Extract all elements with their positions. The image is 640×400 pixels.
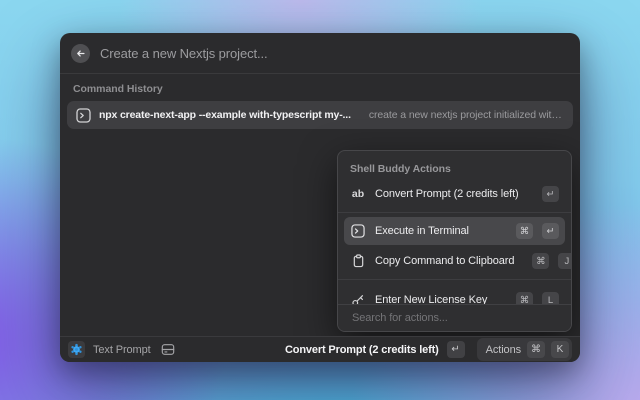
divider (338, 212, 571, 213)
mode-label: Text Prompt (93, 344, 151, 356)
prompt-input[interactable]: Create a new Nextjs project... (100, 46, 569, 61)
actions-search-bar (338, 304, 571, 331)
history-description: create a new nextjs project initialized … (369, 109, 564, 121)
return-key-badge: ↵ (542, 186, 559, 202)
action-convert-prompt[interactable]: ab Convert Prompt (2 credits left) ↵ (344, 180, 565, 208)
actions-menu-button[interactable]: Actions ⌘ K (477, 338, 572, 361)
action-label: Copy Command to Clipboard (375, 255, 514, 267)
k-key-badge: K (551, 341, 569, 358)
action-label: Execute in Terminal (375, 225, 469, 237)
action-label: Convert Prompt (2 credits left) (375, 188, 519, 200)
clipboard-icon (350, 254, 366, 268)
terminal-icon (76, 108, 91, 123)
actions-menu-label: Actions (486, 344, 521, 356)
actions-search-input[interactable] (350, 311, 559, 325)
terminal-icon (350, 224, 366, 238)
history-command: npx create-next-app --example with-types… (99, 109, 351, 121)
command-key-badge: ⌘ (527, 341, 545, 358)
ab-icon: ab (350, 188, 366, 200)
j-key-badge: J (558, 253, 572, 269)
actions-panel: Shell Buddy Actions ab Convert Prompt (2… (337, 150, 572, 332)
section-command-history: Command History (73, 83, 567, 95)
divider (338, 279, 571, 280)
title-bar: Create a new Nextjs project... (60, 33, 580, 74)
history-item[interactable]: npx create-next-app --example with-types… (67, 101, 573, 129)
command-key-badge: ⌘ (532, 253, 549, 269)
return-key-badge: ↵ (542, 223, 559, 239)
footer-bar: Text Prompt Convert Prompt (2 credits le… (60, 336, 580, 362)
action-copy-clipboard[interactable]: Copy Command to Clipboard ⌘ J (344, 247, 565, 275)
command-key-badge: ⌘ (516, 223, 533, 239)
back-button[interactable] (71, 44, 90, 63)
action-execute-terminal[interactable]: Execute in Terminal ⌘ ↵ (344, 217, 565, 245)
arrow-left-icon (75, 48, 86, 59)
storage-icon[interactable] (161, 343, 175, 356)
shellbuddy-window: Create a new Nextjs project... Command H… (60, 33, 580, 362)
return-key-badge: ↵ (447, 341, 465, 358)
primary-action-label[interactable]: Convert Prompt (2 credits left) (285, 344, 439, 356)
shellbuddy-logo-icon (68, 341, 85, 358)
desktop-background: Create a new Nextjs project... Command H… (0, 0, 640, 400)
actions-panel-title: Shell Buddy Actions (338, 151, 571, 180)
